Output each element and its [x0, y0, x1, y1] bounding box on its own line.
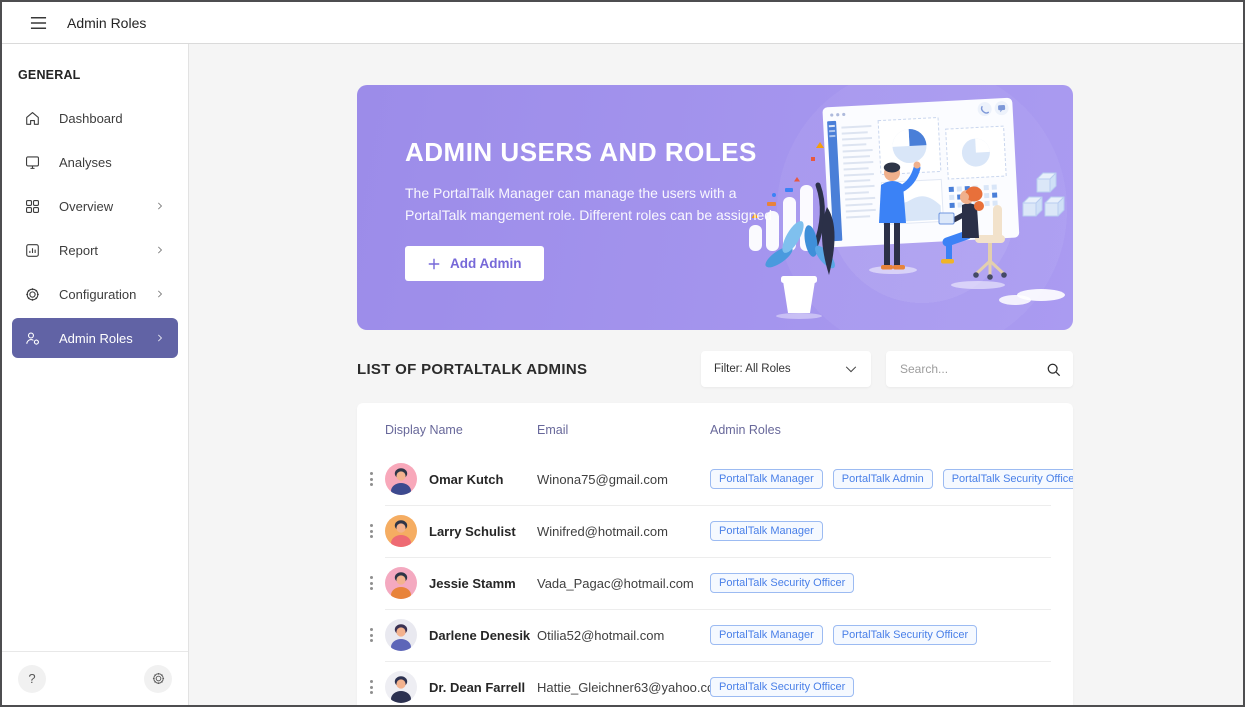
- main-content: ADMIN USERS AND ROLES The PortalTalk Man…: [189, 44, 1243, 705]
- table-body: Omar Kutch Winona75@gmail.com PortalTalk…: [357, 453, 1073, 705]
- banner-illustration: [741, 85, 1071, 330]
- sidebar-item-label: Overview: [59, 199, 113, 214]
- page-title: Admin Roles: [67, 15, 146, 31]
- user-roles: PortalTalk Security Officer: [710, 677, 1073, 697]
- admins-table: Display Name Email Admin Roles Omar Kutc…: [357, 403, 1073, 705]
- role-badge[interactable]: PortalTalk Manager: [710, 521, 823, 541]
- sidebar-item-label: Analyses: [59, 155, 112, 170]
- sidebar-item-admin-roles[interactable]: Admin Roles: [12, 318, 178, 358]
- search-icon[interactable]: [1046, 362, 1061, 377]
- user-display-name: Darlene Denesik: [429, 628, 530, 643]
- user-email: Vada_Pagac@hotmail.com: [537, 576, 710, 591]
- table-row: Omar Kutch Winona75@gmail.com PortalTalk…: [357, 453, 1073, 505]
- gear-icon: [24, 286, 41, 303]
- avatar: [385, 671, 417, 703]
- role-badge[interactable]: PortalTalk Manager: [710, 469, 823, 489]
- role-badge[interactable]: PortalTalk Manager: [710, 625, 823, 645]
- hero-banner: ADMIN USERS AND ROLES The PortalTalk Man…: [357, 85, 1073, 330]
- monitor-icon: [24, 154, 41, 171]
- row-menu-kebab-icon[interactable]: [357, 628, 385, 642]
- avatar: [385, 619, 417, 651]
- table-row: Jessie Stamm Vada_Pagac@hotmail.com Port…: [357, 557, 1073, 609]
- add-admin-button[interactable]: Add Admin: [405, 246, 544, 281]
- avatar: [385, 515, 417, 547]
- filter-label: Filter: All Roles: [714, 363, 791, 375]
- chevron-right-icon: [154, 332, 166, 344]
- user-display-name: Omar Kutch: [429, 472, 503, 487]
- column-header-admin-roles: Admin Roles: [710, 423, 1073, 437]
- user-email: Otilia52@hotmail.com: [537, 628, 710, 643]
- table-row: Darlene Denesik Otilia52@hotmail.com Por…: [357, 609, 1073, 661]
- row-menu-kebab-icon[interactable]: [357, 472, 385, 486]
- app-window: Admin Roles GENERAL Dashboard Analyses: [0, 0, 1245, 707]
- row-menu-kebab-icon[interactable]: [357, 524, 385, 538]
- report-icon: [24, 242, 41, 259]
- role-badge[interactable]: PortalTalk Security Officer: [710, 677, 854, 697]
- column-header-display-name: Display Name: [385, 423, 537, 437]
- sidebar-item-report[interactable]: Report: [12, 230, 178, 270]
- table-row: Larry Schulist Winifred@hotmail.com Port…: [357, 505, 1073, 557]
- row-menu-kebab-icon[interactable]: [357, 680, 385, 694]
- banner-title: ADMIN USERS AND ROLES: [405, 137, 777, 168]
- user-display-name: Larry Schulist: [429, 524, 516, 539]
- grid-icon: [24, 198, 41, 215]
- role-badge[interactable]: PortalTalk Admin: [833, 469, 933, 489]
- settings-button[interactable]: [144, 665, 172, 693]
- plus-icon: [427, 257, 441, 271]
- roles-filter-dropdown[interactable]: Filter: All Roles: [701, 351, 871, 387]
- role-badge[interactable]: PortalTalk Security Officer: [710, 573, 854, 593]
- sidebar-item-analyses[interactable]: Analyses: [12, 142, 178, 182]
- search-input[interactable]: [898, 361, 1046, 377]
- chevron-right-icon: [154, 200, 166, 212]
- hamburger-menu-icon[interactable]: [30, 16, 47, 30]
- search-box: [886, 351, 1073, 387]
- user-roles: PortalTalk Manager PortalTalk Admin Portal…: [710, 469, 1073, 489]
- banner-subtitle: The PortalTalk Manager can manage the us…: [405, 183, 777, 226]
- person-gear-icon: [24, 330, 41, 347]
- chevron-right-icon: [154, 288, 166, 300]
- user-email: Winona75@gmail.com: [537, 472, 710, 487]
- user-email: Winifred@hotmail.com: [537, 524, 710, 539]
- list-heading: LIST OF PORTALTALK ADMINS: [357, 361, 701, 378]
- user-display-name: Dr. Dean Farrell: [429, 680, 525, 695]
- sidebar-item-label: Dashboard: [59, 111, 123, 126]
- role-badge[interactable]: PortalTalk Security Officer: [833, 625, 977, 645]
- sidebar-item-label: Admin Roles: [59, 331, 133, 346]
- sidebar: GENERAL Dashboard Analyses: [2, 44, 189, 705]
- user-display-name: Jessie Stamm: [429, 576, 516, 591]
- avatar: [385, 463, 417, 495]
- home-icon: [24, 110, 41, 127]
- user-email: Hattie_Gleichner63@yahoo.com: [537, 680, 710, 695]
- sidebar-item-label: Configuration: [59, 287, 136, 302]
- chevron-down-icon: [844, 362, 858, 376]
- avatar: [385, 567, 417, 599]
- gear-icon: [151, 671, 166, 686]
- sidebar-item-dashboard[interactable]: Dashboard: [12, 98, 178, 138]
- sidebar-nav: GENERAL Dashboard Analyses: [2, 44, 188, 651]
- sidebar-footer: ?: [2, 651, 188, 705]
- sidebar-item-label: Report: [59, 243, 98, 258]
- sidebar-item-overview[interactable]: Overview: [12, 186, 178, 226]
- column-header-email: Email: [537, 423, 710, 437]
- chevron-right-icon: [154, 244, 166, 256]
- list-toolbar: LIST OF PORTALTALK ADMINS Filter: All Ro…: [357, 351, 1073, 387]
- user-roles: PortalTalk Security Officer: [710, 573, 1073, 593]
- sidebar-section-label: GENERAL: [2, 54, 188, 94]
- role-badge[interactable]: PortalTalk Security Officer: [943, 469, 1073, 489]
- question-mark-icon: ?: [28, 671, 35, 686]
- help-button[interactable]: ?: [18, 665, 46, 693]
- topbar: Admin Roles: [2, 2, 1243, 44]
- row-menu-kebab-icon[interactable]: [357, 576, 385, 590]
- table-header: Display Name Email Admin Roles: [357, 407, 1073, 453]
- user-roles: PortalTalk Manager PortalTalk Security Of…: [710, 625, 1073, 645]
- sidebar-item-configuration[interactable]: Configuration: [12, 274, 178, 314]
- table-row: Dr. Dean Farrell Hattie_Gleichner63@yaho…: [357, 661, 1073, 705]
- user-roles: PortalTalk Manager: [710, 521, 1073, 541]
